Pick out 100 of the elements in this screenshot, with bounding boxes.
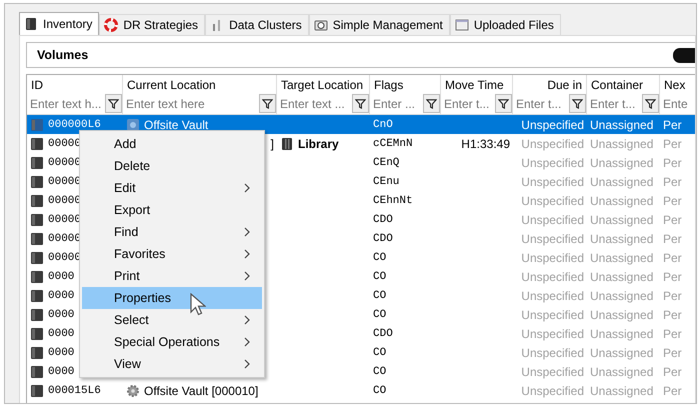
table-cell: Unspecified [521, 270, 584, 284]
table-cell: CEnu [373, 176, 400, 188]
filter-icon[interactable] [569, 94, 586, 113]
table-cell: Unassigned [590, 288, 654, 302]
tab[interactable]: Inventory [19, 12, 100, 35]
table-cell: Unspecified [521, 212, 584, 226]
chevron-right-icon [244, 249, 250, 259]
menu-item[interactable]: Properties [82, 287, 262, 309]
tape-icon [30, 250, 44, 264]
table-cell: Unassigned [590, 194, 654, 208]
table-cell: Unassigned [590, 308, 654, 322]
table-cell[interactable]: 0000 [48, 270, 74, 282]
toggle-button[interactable] [673, 48, 695, 62]
table-cell[interactable]: 0000 [48, 328, 74, 340]
filter-icon[interactable] [495, 94, 512, 113]
menu-item[interactable]: Delete [82, 155, 262, 177]
tab[interactable]: Data Clusters [205, 14, 309, 35]
menu-item[interactable]: Find [82, 221, 262, 243]
menu-item[interactable]: Edit [82, 177, 262, 199]
table-cell: CO [373, 290, 386, 302]
table-cell: Unspecified [521, 346, 584, 360]
table-cell: CEhnNt [373, 194, 413, 206]
tape-icon [30, 288, 44, 302]
table-cell[interactable]: 000015L6 [48, 384, 101, 396]
menu-item[interactable]: Export [82, 199, 262, 221]
menu-item[interactable]: Favorites [82, 243, 262, 265]
table-cell: CO [373, 308, 386, 320]
chevron-right-icon [244, 183, 250, 193]
menu-item[interactable]: View [82, 353, 262, 375]
table-cell: CDO [373, 328, 393, 340]
table-cell: Per [663, 326, 682, 340]
table-cell: Library [298, 136, 339, 150]
menu-item[interactable]: Select [82, 309, 262, 331]
table-cell: Per [663, 156, 682, 170]
table-cell: Unspecified [521, 308, 584, 322]
tab[interactable]: Uploaded Files [450, 14, 561, 35]
table-cell: Offsite Vault [000010] [144, 384, 258, 398]
filter-icon[interactable] [352, 94, 369, 113]
menu-item[interactable]: Special Operations [82, 331, 262, 353]
table-cell: CnO [373, 118, 393, 130]
table-cell: Per [663, 288, 682, 302]
table-cell: Unspecified [521, 250, 584, 264]
table-cell: CEnQ [373, 156, 400, 168]
gear-icon [126, 384, 140, 398]
table-cell: CO [373, 270, 386, 282]
table-cell: Unspecified [521, 288, 584, 302]
tape-icon [30, 136, 44, 150]
tape-icon [30, 364, 44, 378]
table-cell: ] [270, 136, 274, 150]
table-cell: Unspecified [521, 136, 584, 150]
section-title: Volumes [37, 48, 88, 62]
tape-icon [30, 346, 44, 360]
table-cell: CO [373, 346, 386, 358]
filter-icon[interactable] [259, 94, 276, 113]
table-cell[interactable]: 0000 [48, 366, 74, 378]
table-cell: CDO [373, 232, 393, 244]
window-icon [454, 18, 469, 32]
chevron-right-icon [244, 315, 250, 325]
table-cell: Unassigned [590, 136, 654, 150]
table-cell: Unspecified [521, 232, 584, 246]
tape-icon [30, 174, 44, 188]
table-cell: cCEMnN [373, 138, 413, 150]
table-cell: Unspecified [521, 174, 584, 188]
tape-icon [30, 212, 44, 226]
table-cell: Per [663, 384, 682, 398]
table-cell: Unassigned [590, 118, 654, 132]
table-cell: Unspecified [521, 364, 584, 378]
chevron-right-icon [244, 227, 250, 237]
filter-icon[interactable] [105, 94, 122, 113]
table-cell: Per [663, 270, 682, 284]
tab[interactable]: Simple Management [308, 14, 450, 35]
table-cell: CO [373, 384, 386, 396]
menu-item[interactable]: Print [82, 265, 262, 287]
table-cell: Unassigned [590, 174, 654, 188]
table-cell: Unspecified [521, 118, 584, 132]
table-cell: CDO [373, 214, 393, 226]
table-cell: Unspecified [521, 156, 584, 170]
table-cell: Unassigned [590, 156, 654, 170]
menu-item[interactable]: Add [82, 133, 262, 155]
tape-icon [30, 232, 44, 246]
table-cell: Unassigned [590, 232, 654, 246]
table-cell: Unspecified [521, 326, 584, 340]
filter-icon[interactable] [423, 94, 440, 113]
library-icon [280, 136, 294, 150]
table-cell[interactable]: 000000L6 [48, 118, 101, 130]
table-cell: Unassigned [590, 250, 654, 264]
chevron-right-icon [244, 337, 250, 347]
table-cell: Per [663, 212, 682, 226]
filter-icon[interactable] [642, 94, 659, 113]
table-cell[interactable]: 0000 [48, 346, 74, 358]
table-cell: H1:33:49 [461, 136, 510, 150]
tab[interactable]: DR Strategies [99, 14, 206, 35]
table-cell: Per [663, 250, 682, 264]
table-cell: Unassigned [590, 326, 654, 340]
table-cell: Per [663, 346, 682, 360]
table-cell: Per [663, 136, 682, 150]
tape-icon [30, 308, 44, 322]
table-cell[interactable]: 0000 [48, 308, 74, 320]
tape-icon [30, 384, 44, 398]
table-cell[interactable]: 0000 [48, 290, 74, 302]
